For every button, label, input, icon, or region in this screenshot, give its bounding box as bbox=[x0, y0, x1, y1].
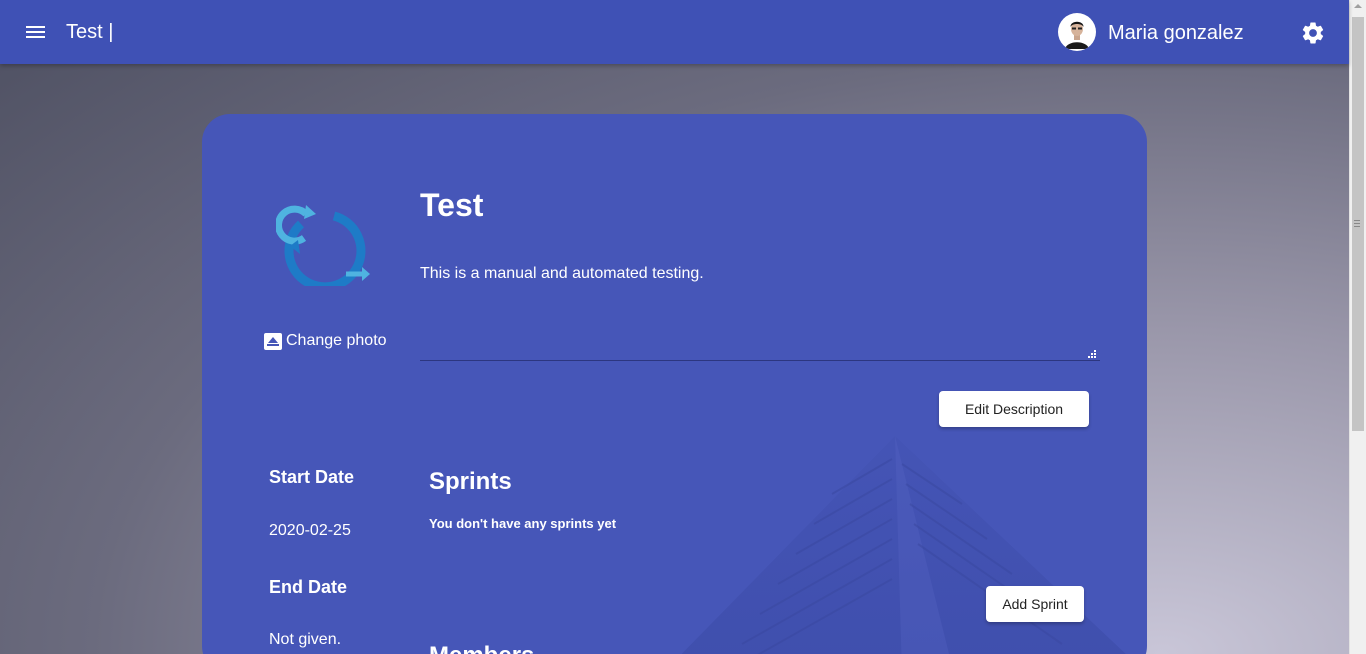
vertical-scrollbar[interactable] bbox=[1349, 0, 1366, 654]
scroll-up-arrow-icon[interactable] bbox=[1354, 4, 1362, 8]
scroll-grip bbox=[1354, 223, 1360, 224]
edit-description-button[interactable]: Edit Description bbox=[939, 391, 1089, 427]
start-date-label: Start Date bbox=[269, 467, 355, 487]
scroll-thumb[interactable] bbox=[1352, 17, 1364, 431]
members-heading: Members bbox=[429, 642, 534, 654]
hamburger-menu-icon[interactable] bbox=[22, 20, 50, 44]
start-date-value: 2020-02-25 bbox=[269, 522, 351, 539]
description-textarea-underline bbox=[420, 360, 1100, 361]
sprints-heading: Sprints bbox=[429, 468, 512, 495]
resize-handle-icon[interactable] bbox=[1088, 345, 1096, 358]
project-card: Change photo Test This is a manual and a… bbox=[202, 114, 1147, 654]
scroll-grip bbox=[1354, 226, 1360, 227]
end-date-value: Not given. bbox=[269, 631, 342, 648]
app-title: Test | bbox=[66, 21, 114, 43]
user-name[interactable]: Maria gonzalez bbox=[1108, 21, 1244, 45]
top-app-bar: Test | Maria gonzalez bbox=[0, 0, 1349, 64]
end-date-label: End Date bbox=[269, 577, 348, 597]
sprints-empty-message: You don't have any sprints yet bbox=[429, 516, 617, 531]
scroll-grip bbox=[1354, 220, 1360, 221]
scrum-logo-icon bbox=[275, 194, 374, 292]
change-photo-button[interactable]: Change photo bbox=[264, 331, 387, 351]
project-title: Test bbox=[420, 187, 484, 223]
gear-icon[interactable] bbox=[1300, 20, 1326, 46]
project-description[interactable]: This is a manual and automated testing. bbox=[420, 264, 704, 284]
change-photo-label: Change photo bbox=[286, 332, 387, 349]
add-sprint-button[interactable]: Add Sprint bbox=[986, 586, 1084, 622]
upload-icon bbox=[264, 332, 282, 350]
avatar[interactable] bbox=[1058, 13, 1096, 51]
